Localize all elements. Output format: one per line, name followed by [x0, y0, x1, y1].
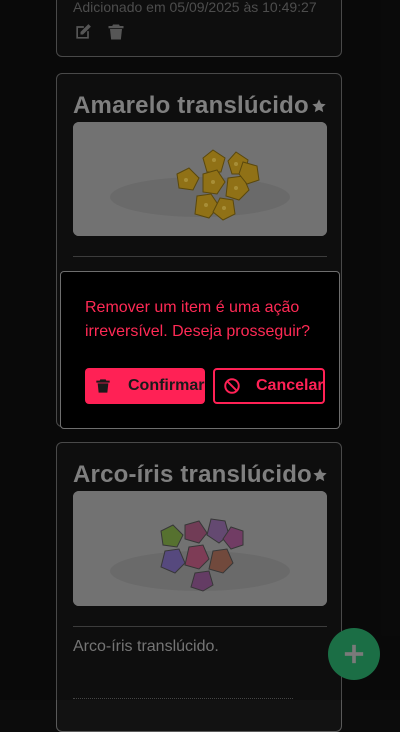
confirm-button-label: Confirmar [128, 377, 205, 394]
item-card-previous: Adicionado em 05/09/2025 às 10:49:27 [56, 0, 342, 57]
divider [73, 626, 327, 627]
star-icon[interactable] [312, 467, 328, 483]
item-photo[interactable] [73, 491, 327, 606]
card-title-row: Arco-íris translúcido [73, 461, 327, 489]
add-item-button[interactable] [328, 628, 380, 680]
plus-icon [343, 643, 365, 665]
dialog-message: Remover um item é uma ação irreversível.… [85, 299, 310, 340]
trash-icon[interactable] [107, 22, 127, 42]
cancel-button[interactable]: Cancelar [213, 368, 325, 404]
card-description: Arco-íris translúcido. [73, 638, 219, 655]
partial-content [73, 698, 293, 703]
trash-icon [95, 377, 113, 395]
edit-icon[interactable] [73, 22, 93, 42]
added-date-text: Adicionado em 05/09/2025 às 10:49:27 [73, 0, 317, 15]
cancel-button-label: Cancelar [256, 377, 324, 394]
divider [73, 256, 327, 257]
card-title: Amarelo translúcido [73, 92, 309, 119]
card-actions [73, 22, 127, 42]
confirm-button[interactable]: Confirmar [85, 368, 205, 404]
card-title: Arco-íris translúcido [73, 461, 312, 488]
item-photo[interactable] [73, 122, 327, 236]
card-title-row: Amarelo translúcido [73, 92, 327, 120]
ban-icon [223, 377, 241, 395]
item-card-arco-iris: Arco-íris translúcido Arco-íris translúc… [56, 442, 342, 732]
confirm-delete-dialog: Remover um item é uma ação irreversível.… [60, 271, 340, 429]
star-icon[interactable] [311, 98, 327, 114]
